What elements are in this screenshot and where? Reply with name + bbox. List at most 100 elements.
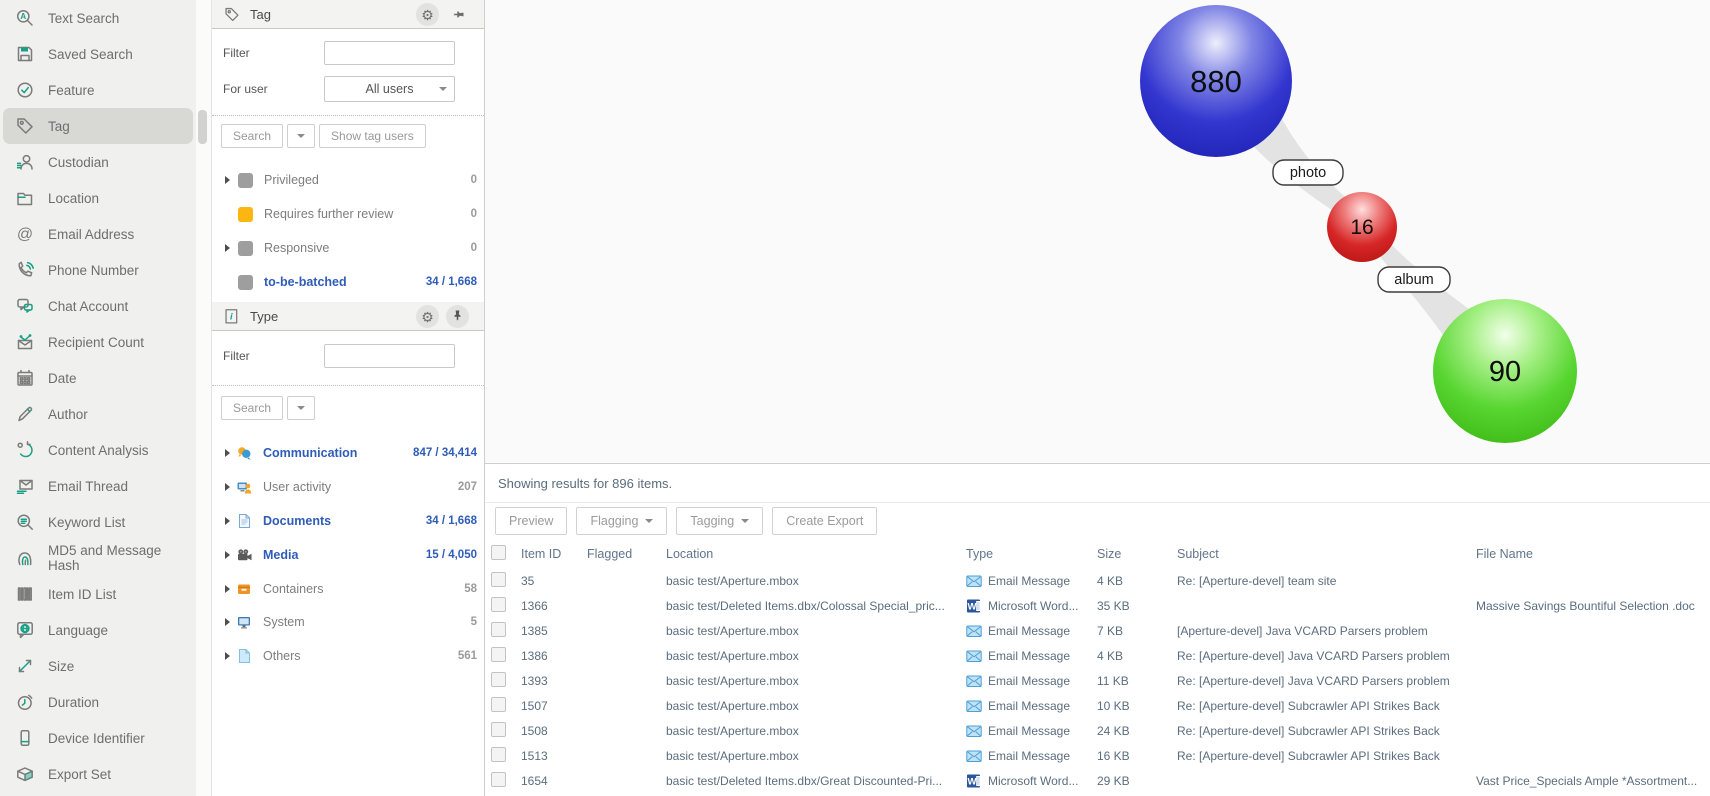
- row-checkbox[interactable]: [491, 672, 506, 687]
- sidebar-scrollbar-thumb[interactable]: [198, 110, 207, 144]
- select-all-checkbox[interactable]: [491, 545, 506, 560]
- expand-arrow-icon[interactable]: [220, 585, 234, 593]
- table-row[interactable]: 1386 basic test/Aperture.mbox W Email Me…: [485, 643, 1710, 668]
- tag-panel-settings-button[interactable]: ⚙: [416, 3, 439, 26]
- tag-filter-input[interactable]: [324, 41, 455, 65]
- table-row[interactable]: 1385 basic test/Aperture.mbox W Email Me…: [485, 618, 1710, 643]
- type-row-others[interactable]: Others 561: [212, 639, 484, 673]
- preview-button[interactable]: Preview: [495, 507, 567, 535]
- sidebar-item-email-address[interactable]: @ Email Address: [3, 216, 193, 252]
- sidebar-item-device-identifier[interactable]: Device Identifier: [3, 720, 193, 756]
- expand-arrow-icon[interactable]: [220, 551, 234, 559]
- sidebar-item-tag[interactable]: Tag: [3, 108, 193, 144]
- sidebar-item-label: Item ID List: [48, 587, 116, 602]
- tag-filter-label: Filter: [212, 46, 324, 60]
- sidebar-item-export-set[interactable]: Export Set: [3, 756, 193, 792]
- cell-item-id: 1507: [521, 699, 587, 713]
- sidebar-item-md5-hash[interactable]: MD5 and Message Hash: [3, 540, 193, 576]
- sidebar-item-content-analysis[interactable]: Content Analysis: [3, 432, 193, 468]
- sidebar-item-saved-search[interactable]: Saved Search: [3, 36, 193, 72]
- type-panel-settings-button[interactable]: ⚙: [416, 305, 439, 328]
- chevron-down-icon: [645, 519, 653, 523]
- tag-row-to-be-batched[interactable]: to-be-batched 34 / 1,668: [212, 265, 484, 299]
- tag-search-button[interactable]: Search: [221, 124, 283, 148]
- sidebar-item-author[interactable]: Author: [3, 396, 193, 432]
- type-search-options-button[interactable]: [287, 396, 315, 420]
- type-label: Communication: [263, 446, 413, 460]
- expand-arrow-icon[interactable]: [220, 176, 234, 184]
- sidebar-item-email-thread[interactable]: Email Thread: [3, 468, 193, 504]
- row-checkbox[interactable]: [491, 772, 506, 787]
- row-checkbox[interactable]: [491, 572, 506, 587]
- column-header-subject[interactable]: Subject: [1177, 547, 1476, 561]
- cell-location: basic test/Aperture.mbox: [666, 624, 966, 638]
- expand-arrow-icon[interactable]: [220, 449, 234, 457]
- expand-arrow-icon[interactable]: [220, 618, 234, 626]
- sidebar-item-custodian[interactable]: Custodian: [3, 144, 193, 180]
- type-panel-pin-button[interactable]: [446, 305, 469, 328]
- sidebar-item-date[interactable]: Date: [3, 360, 193, 396]
- table-row[interactable]: 1507 basic test/Aperture.mbox W Email Me…: [485, 693, 1710, 718]
- column-header-type[interactable]: Type: [966, 547, 1097, 561]
- column-header-location[interactable]: Location: [666, 547, 966, 561]
- expand-arrow-icon[interactable]: [220, 483, 234, 491]
- expand-arrow-icon[interactable]: [220, 517, 234, 525]
- row-checkbox[interactable]: [491, 622, 506, 637]
- bubble-value: 16: [1350, 216, 1373, 239]
- type-row-media[interactable]: Media 15 / 4,050: [212, 538, 484, 572]
- row-checkbox[interactable]: [491, 697, 506, 712]
- expand-arrow-icon[interactable]: [220, 652, 234, 660]
- table-row[interactable]: 1508 basic test/Aperture.mbox W Email Me…: [485, 718, 1710, 743]
- sidebar-item-keyword-list[interactable]: Keyword List: [3, 504, 193, 540]
- flagging-button[interactable]: Flagging: [576, 507, 667, 535]
- table-row[interactable]: 1393 basic test/Aperture.mbox W Email Me…: [485, 668, 1710, 693]
- sidebar-item-size[interactable]: Size: [3, 648, 193, 684]
- row-checkbox[interactable]: [491, 747, 506, 762]
- column-header-flagged[interactable]: Flagged: [587, 547, 666, 561]
- sidebar-item-location[interactable]: Location: [3, 180, 193, 216]
- sidebar-item-language[interactable]: Language: [3, 612, 193, 648]
- gear-icon: ⚙: [421, 8, 434, 22]
- for-user-select[interactable]: All users: [324, 76, 455, 102]
- tag-panel-pin-button[interactable]: [446, 3, 469, 26]
- cell-location: basic test/Aperture.mbox: [666, 649, 966, 663]
- type-search-button[interactable]: Search: [221, 396, 283, 420]
- type-row-system[interactable]: System 5: [212, 605, 484, 639]
- sidebar-item-item-id-list[interactable]: Item ID List: [3, 576, 193, 612]
- table-row[interactable]: 1366 basic test/Deleted Items.dbx/Coloss…: [485, 593, 1710, 618]
- user-activity-icon: [236, 479, 252, 495]
- type-row-documents[interactable]: Documents 34 / 1,668: [212, 504, 484, 538]
- tag-search-options-button[interactable]: [287, 124, 315, 148]
- row-checkbox[interactable]: [491, 647, 506, 662]
- sidebar-item-text-search[interactable]: A Text Search: [3, 0, 193, 36]
- type-row-containers[interactable]: Containers 58: [212, 572, 484, 606]
- type-filter-input[interactable]: [324, 344, 455, 368]
- tagging-button[interactable]: Tagging: [676, 507, 763, 535]
- type-row-user-activity[interactable]: User activity 207: [212, 470, 484, 504]
- row-checkbox[interactable]: [491, 722, 506, 737]
- column-header-size[interactable]: Size: [1097, 547, 1177, 561]
- cell-size: 16 KB: [1097, 749, 1177, 763]
- saved-search-icon: [15, 44, 35, 64]
- type-count: 561: [458, 650, 477, 662]
- show-tag-users-button[interactable]: Show tag users: [319, 124, 426, 148]
- expand-arrow-icon[interactable]: [220, 244, 234, 252]
- column-header-file-name[interactable]: File Name: [1476, 547, 1710, 561]
- sidebar-item-recipient-count[interactable]: Recipient Count: [3, 324, 193, 360]
- for-user-selected-value: All users: [366, 82, 414, 96]
- tag-row-requires-further-review[interactable]: Requires further review 0: [212, 197, 484, 231]
- sidebar-item-phone-number[interactable]: Phone Number: [3, 252, 193, 288]
- table-row[interactable]: 1513 basic test/Aperture.mbox W Email Me…: [485, 743, 1710, 768]
- cell-type: W Email Message: [966, 623, 1097, 639]
- sidebar-item-duration[interactable]: Duration: [3, 684, 193, 720]
- table-row[interactable]: 1654 basic test/Deleted Items.dbx/Great …: [485, 768, 1710, 793]
- tag-row-responsive[interactable]: Responsive 0: [212, 231, 484, 265]
- type-row-communication[interactable]: Communication 847 / 34,414: [212, 436, 484, 470]
- sidebar-item-feature[interactable]: Feature: [3, 72, 193, 108]
- sidebar-item-chat-account[interactable]: Chat Account: [3, 288, 193, 324]
- row-checkbox[interactable]: [491, 597, 506, 612]
- create-export-button[interactable]: Create Export: [772, 507, 877, 535]
- column-header-item-id[interactable]: Item ID: [521, 547, 587, 561]
- tag-row-privileged[interactable]: Privileged 0: [212, 163, 484, 197]
- table-row[interactable]: 35 basic test/Aperture.mbox W Email Mess…: [485, 568, 1710, 593]
